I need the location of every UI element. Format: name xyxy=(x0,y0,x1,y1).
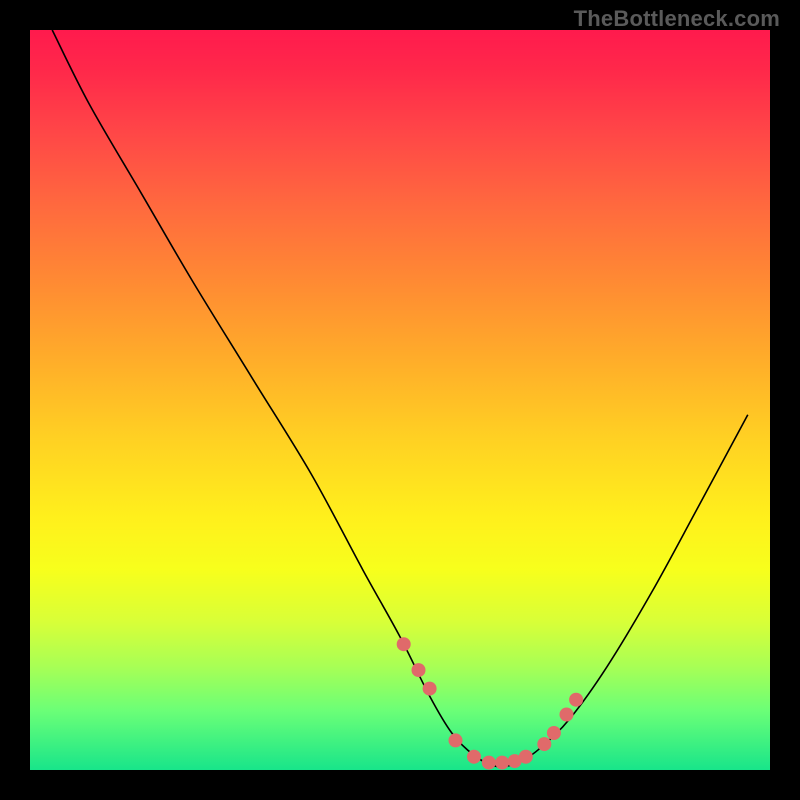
highlighted-point xyxy=(560,708,574,722)
highlighted-point xyxy=(397,637,411,651)
highlighted-point xyxy=(495,756,509,770)
bottleneck-chart xyxy=(30,30,770,770)
highlighted-point xyxy=(482,756,496,770)
highlighted-point xyxy=(423,682,437,696)
highlighted-point xyxy=(519,750,533,764)
highlighted-point xyxy=(467,750,481,764)
chart-plot-area xyxy=(30,30,770,770)
highlighted-point xyxy=(537,737,551,751)
highlighted-point xyxy=(547,726,561,740)
highlighted-point xyxy=(412,663,426,677)
highlighted-points-group xyxy=(397,637,583,769)
highlighted-point xyxy=(569,693,583,707)
bottleneck-curve-line xyxy=(52,30,748,767)
attribution-label: TheBottleneck.com xyxy=(574,6,780,32)
highlighted-point xyxy=(449,733,463,747)
